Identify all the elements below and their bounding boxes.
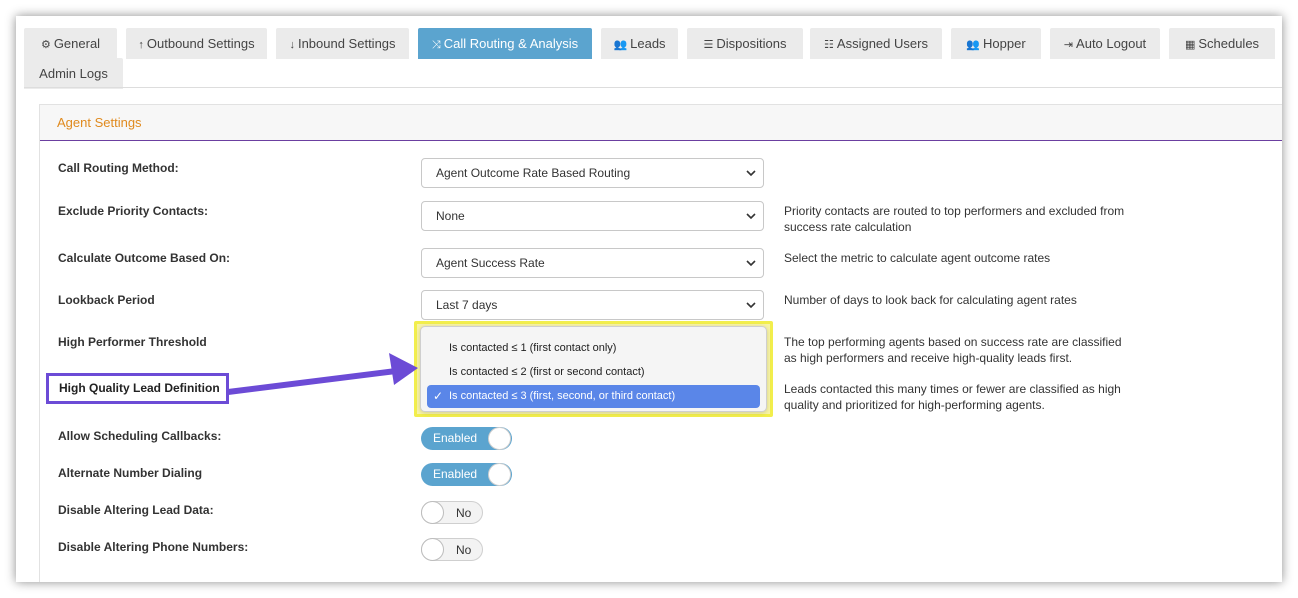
alternate-dialing-toggle[interactable]: Enabled xyxy=(421,463,512,486)
disable-phone-numbers-toggle[interactable]: No xyxy=(421,538,483,561)
app-window: ⚙ General ↑ Outbound Settings ↓ Inbound Set… xyxy=(16,16,1282,582)
toggle-knob xyxy=(421,538,444,561)
disable-lead-data-toggle[interactable]: No xyxy=(421,501,483,524)
disable-lead-data-label: Disable Altering Lead Data: xyxy=(58,503,214,517)
annotation-arrow xyxy=(225,353,418,395)
toggle-knob xyxy=(421,501,444,524)
scheduling-callbacks-label: Allow Scheduling Callbacks: xyxy=(58,429,222,443)
toggle-knob xyxy=(488,427,511,450)
high-quality-label: High Quality Lead Definition xyxy=(59,381,220,395)
high-quality-label-callout: High Quality Lead Definition xyxy=(46,373,229,404)
toggle-knob xyxy=(488,463,511,486)
alternate-dialing-label: Alternate Number Dialing xyxy=(58,466,203,480)
disable-phone-numbers-label: Disable Altering Phone Numbers: xyxy=(58,540,249,554)
scheduling-callbacks-toggle[interactable]: Enabled xyxy=(421,427,512,450)
